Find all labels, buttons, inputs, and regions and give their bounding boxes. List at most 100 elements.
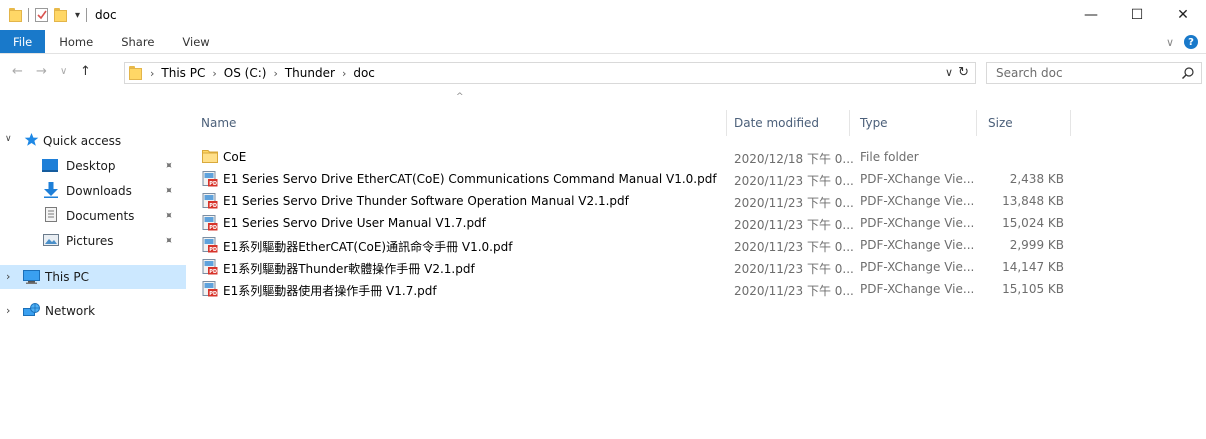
nav-this-pc[interactable]: › This PC	[0, 265, 186, 289]
column-type[interactable]: Type	[860, 116, 888, 130]
expanded-chevron-icon[interactable]: ∨	[5, 134, 12, 144]
help-icon[interactable]: ?	[1184, 35, 1198, 49]
column-date-modified[interactable]: Date modified	[734, 116, 819, 130]
search-placeholder: Search doc	[996, 66, 1063, 80]
pdf-file-icon: PDF	[202, 215, 220, 234]
svg-text:PDF: PDF	[209, 181, 218, 187]
tab-file[interactable]: File	[0, 30, 46, 53]
refresh-icon[interactable]: ↻	[958, 65, 969, 80]
quick-access-toolbar: ▾ doc	[0, 0, 117, 30]
column-divider[interactable]	[976, 110, 977, 136]
nav-documents[interactable]: Documents ✦	[0, 204, 186, 227]
address-bar[interactable]: › This PC › OS (C:) › Thunder › doc ∨ ↻	[124, 62, 976, 84]
file-name: E1系列驅動器EtherCAT(CoE)通訊命令手冊 V1.0.pdf	[223, 240, 513, 254]
file-date-modified: 2020/11/23 下午 0...	[734, 218, 854, 232]
column-size[interactable]: Size	[988, 116, 1013, 130]
file-type: PDF-XChange Vie...	[860, 238, 975, 252]
nav-documents-label: Documents	[66, 208, 135, 223]
pdf-file-icon: PDF	[202, 193, 220, 212]
file-date-modified: 2020/11/23 下午 0...	[734, 262, 854, 276]
nav-desktop[interactable]: Desktop ✦	[0, 154, 186, 177]
folder-icon	[129, 66, 142, 80]
file-name: E1系列驅動器Thunder軟體操作手冊 V2.1.pdf	[223, 262, 475, 276]
collapsed-chevron-icon[interactable]: ›	[6, 270, 10, 283]
folder-icon	[202, 149, 218, 166]
table-row[interactable]: PDF E1系列驅動器使用者操作手冊 V1.7.pdf 2020/11/23 下午 …	[198, 278, 1078, 300]
folder-icon	[9, 8, 22, 22]
maximize-button[interactable]: ☐	[1114, 0, 1160, 30]
column-header: Name Date modified Type Size	[186, 110, 1086, 136]
table-row[interactable]: PDF E1 Series Servo Drive EtherCAT(CoE) C…	[198, 168, 1078, 190]
breadcrumb-separator: ›	[212, 66, 217, 80]
tab-share[interactable]: Share	[107, 30, 168, 53]
file-date-modified: 2020/11/23 下午 0...	[734, 284, 854, 298]
new-folder-icon[interactable]	[54, 8, 67, 22]
tab-view[interactable]: View	[168, 30, 223, 53]
file-size: 15,024 KB	[1002, 216, 1064, 230]
breadcrumb-this-pc[interactable]: This PC	[161, 66, 205, 80]
recent-locations-button[interactable]: ∨	[60, 66, 67, 77]
file-size: 13,848 KB	[1002, 194, 1064, 208]
file-date-modified: 2020/11/23 下午 0...	[734, 174, 854, 188]
network-icon	[23, 303, 40, 321]
breadcrumb-thunder[interactable]: Thunder	[285, 66, 335, 80]
forward-button[interactable]: →	[36, 64, 47, 79]
ribbon-tabs: File Home Share View ∨ ?	[0, 30, 1206, 54]
nav-network-label: Network	[45, 303, 96, 318]
nav-pictures-label: Pictures	[66, 233, 114, 248]
file-type: PDF-XChange Vie...	[860, 260, 975, 274]
breadcrumb-separator: ›	[273, 66, 278, 80]
search-icon[interactable]	[1181, 66, 1195, 83]
nav-quick-access[interactable]: ∨ Quick access	[0, 129, 186, 152]
desktop-icon	[42, 159, 58, 175]
separator	[28, 8, 29, 22]
pin-icon[interactable]: ✦	[161, 233, 177, 249]
breadcrumb-doc[interactable]: doc	[353, 66, 375, 80]
expand-ribbon-icon[interactable]: ∨	[1166, 36, 1174, 49]
table-row[interactable]: PDF E1系列驅動器EtherCAT(CoE)通訊命令手冊 V1.0.pdf 20…	[198, 234, 1078, 256]
nav-desktop-label: Desktop	[66, 158, 116, 173]
search-input[interactable]: Search doc	[986, 62, 1202, 84]
table-row[interactable]: PDF E1 Series Servo Drive User Manual V1.…	[198, 212, 1078, 234]
star-icon	[24, 132, 39, 150]
sort-ascending-icon: ^	[456, 92, 464, 102]
table-row[interactable]: CoE 2020/12/18 下午 0... File folder	[198, 146, 1078, 168]
documents-icon	[45, 207, 57, 225]
pin-icon[interactable]: ✦	[161, 183, 177, 199]
customize-toolbar-icon[interactable]: ▾	[75, 10, 80, 21]
nav-downloads[interactable]: Downloads ✦	[0, 179, 186, 202]
download-arrow-icon	[44, 182, 58, 201]
column-divider[interactable]	[726, 110, 727, 136]
back-button[interactable]: ←	[12, 64, 23, 79]
nav-pictures[interactable]: Pictures ✦	[0, 229, 186, 252]
column-name[interactable]: Name	[201, 116, 236, 130]
tab-home[interactable]: Home	[45, 30, 107, 53]
file-type: PDF-XChange Vie...	[860, 194, 975, 208]
up-button[interactable]: ↑	[80, 64, 91, 79]
column-divider[interactable]	[849, 110, 850, 136]
svg-text:PDF: PDF	[209, 269, 218, 275]
column-divider[interactable]	[1070, 110, 1071, 136]
file-date-modified: 2020/11/23 下午 0...	[734, 196, 854, 210]
file-size: 2,438 KB	[1009, 172, 1064, 186]
pdf-file-icon: PDF	[202, 171, 220, 190]
nav-network[interactable]: › Network	[0, 299, 186, 322]
nav-quick-access-label: Quick access	[43, 133, 122, 148]
pictures-icon	[43, 234, 59, 249]
table-row[interactable]: PDF E1系列驅動器Thunder軟體操作手冊 V2.1.pdf 2020/11/…	[198, 256, 1078, 278]
file-size: 15,105 KB	[1002, 282, 1064, 296]
pdf-file-icon: PDF	[202, 281, 220, 300]
close-button[interactable]: ✕	[1160, 0, 1206, 30]
breadcrumb-os-c[interactable]: OS (C:)	[224, 66, 267, 80]
address-dropdown-icon[interactable]: ∨	[945, 66, 953, 79]
pdf-file-icon: PDF	[202, 259, 220, 278]
pin-icon[interactable]: ✦	[161, 208, 177, 224]
collapsed-chevron-icon[interactable]: ›	[6, 304, 10, 317]
computer-icon	[23, 270, 40, 287]
file-type: File folder	[860, 150, 919, 164]
properties-icon[interactable]	[35, 8, 48, 22]
table-row[interactable]: PDF E1 Series Servo Drive Thunder Softwar…	[198, 190, 1078, 212]
pin-icon[interactable]: ✦	[161, 158, 177, 174]
file-name: E1系列驅動器使用者操作手冊 V1.7.pdf	[223, 284, 437, 298]
minimize-button[interactable]: —	[1068, 0, 1114, 30]
